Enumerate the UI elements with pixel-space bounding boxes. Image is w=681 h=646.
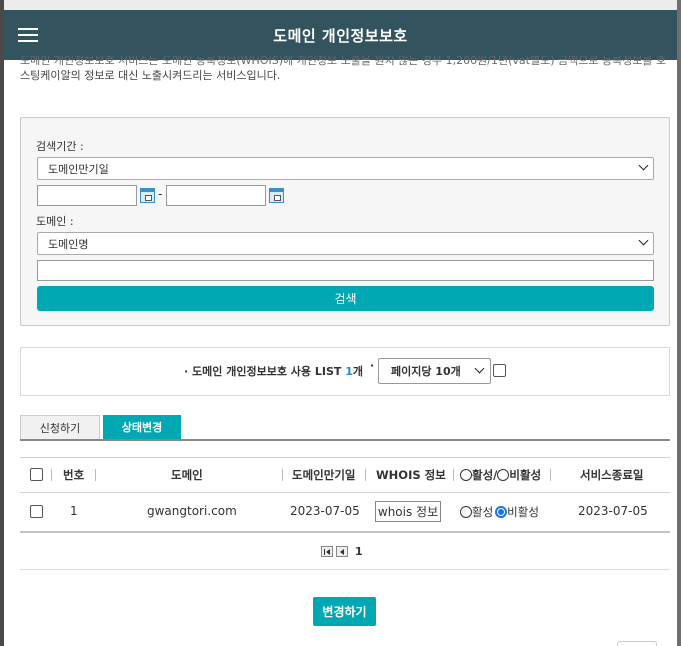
search-panel: 검색기간 : 도메인만기일 - 도메인 : 도메인명 검색 (20, 117, 670, 326)
calendar-icon[interactable] (269, 188, 284, 203)
chevron-down-icon (474, 363, 485, 374)
header-inactive: 비활성 (509, 468, 542, 482)
list-info-prefix: 도메인 개인정보보호 사용 LIST (192, 365, 342, 378)
chevron-down-icon (638, 235, 649, 246)
tab-underline (20, 439, 670, 441)
header-active-toggle: 활성/비활성 (460, 467, 541, 483)
chevron-down-icon (638, 160, 649, 171)
top-strip (0, 0, 681, 10)
header-domain: 도메인 (171, 468, 203, 482)
header-expire: 도메인만기일 (292, 468, 356, 482)
list-count: 1 (345, 365, 353, 378)
search-period-label: 검색기간 : (36, 140, 84, 153)
search-period-select[interactable]: 도메인만기일 (37, 157, 654, 180)
pagination: 1 (321, 545, 363, 558)
row-domain: gwangtori.com (147, 504, 237, 518)
search-domain-label: 도메인 : (36, 215, 74, 228)
left-edge (0, 0, 4, 646)
header-separator (365, 469, 366, 481)
current-page[interactable]: 1 (355, 545, 363, 558)
search-domain-select-value: 도메인명 (48, 237, 89, 251)
per-page-select-value: 페이지당 10개 (391, 365, 461, 378)
header-no: 번호 (63, 468, 85, 482)
search-button[interactable]: 검색 (37, 286, 654, 311)
row-service-end: 2023-07-05 (578, 504, 648, 518)
radio-icon[interactable] (497, 469, 510, 481)
intro-text: 도메인 개인정보보호 서비스는 도메인 등록정보(WHOIS)에 개인정보 노출… (20, 56, 670, 84)
calendar-icon[interactable] (140, 188, 155, 203)
page-title: 도메인 개인정보보호 (273, 26, 408, 45)
end-date-input[interactable] (166, 185, 266, 206)
row-expire: 2023-07-05 (290, 504, 360, 518)
select-all-checkbox[interactable] (30, 468, 43, 481)
app-header: 도메인 개인정보보호 (4, 10, 677, 60)
header-separator (51, 469, 52, 481)
prev-page-icon[interactable] (336, 545, 348, 557)
header-separator (453, 469, 454, 481)
row-status-toggle: 활성 비활성 (460, 504, 539, 520)
list-summary-bar: · 도메인 개인정보보호 사용 LIST 1개 · 페이지당 10개 (20, 347, 670, 396)
header-separator (95, 469, 96, 481)
date-range-dash: - (158, 187, 163, 201)
first-page-icon[interactable] (321, 545, 333, 557)
header-separator (550, 469, 551, 481)
header-service-end: 서비스종료일 (580, 468, 644, 482)
row-active-label: 활성 (472, 505, 494, 519)
pager-divider (20, 569, 670, 570)
search-domain-select[interactable]: 도메인명 (37, 232, 654, 255)
active-radio[interactable] (460, 506, 472, 518)
start-date-input[interactable] (37, 185, 137, 206)
intro-line-1: 도메인 개인정보보호 서비스는 도메인 등록정보(WHOIS)에 개인정보 노출… (20, 56, 667, 67)
right-edge (677, 0, 681, 646)
list-checkbox[interactable] (493, 364, 506, 377)
per-page-select[interactable]: 페이지당 10개 (378, 358, 491, 384)
search-period-select-value: 도메인만기일 (48, 162, 109, 176)
hamburger-menu-icon[interactable] (18, 28, 38, 43)
search-keyword-input[interactable] (37, 260, 654, 281)
list-count-unit: 개 (352, 365, 363, 378)
table-top-border (20, 457, 670, 458)
whois-info-button[interactable]: whois 정보 (375, 501, 441, 522)
list-bullet: · (184, 365, 189, 378)
header-active: 활성 (472, 468, 494, 482)
header-separator (282, 469, 283, 481)
list-dot: · (370, 359, 375, 372)
tab-status-change[interactable]: 상태변경 (103, 415, 181, 439)
table-header-border (20, 492, 670, 493)
header-whois: WHOIS 정보 (376, 468, 446, 482)
table-bottom-border (20, 531, 670, 533)
row-inactive-label: 비활성 (507, 505, 539, 519)
apply-change-button[interactable]: 변경하기 (313, 597, 376, 626)
tab-apply[interactable]: 신청하기 (20, 415, 100, 439)
page: 도메인 개인정보보호 도메인 개인정보보호 서비스는 도메인 등록정보(WHOI… (0, 0, 681, 646)
radio-icon[interactable] (460, 469, 472, 481)
intro-line-2: 스팅케이알의 정보로 대신 노출시켜드리는 서비스입니다. (20, 69, 281, 82)
inactive-radio[interactable] (495, 506, 508, 518)
row-checkbox[interactable] (30, 505, 43, 518)
corner-widget[interactable] (617, 641, 657, 646)
row-no: 1 (70, 504, 78, 518)
tab-bar: 신청하기 상태변경 (20, 415, 670, 441)
list-info: · 도메인 개인정보보호 사용 LIST 1개 (184, 363, 363, 379)
